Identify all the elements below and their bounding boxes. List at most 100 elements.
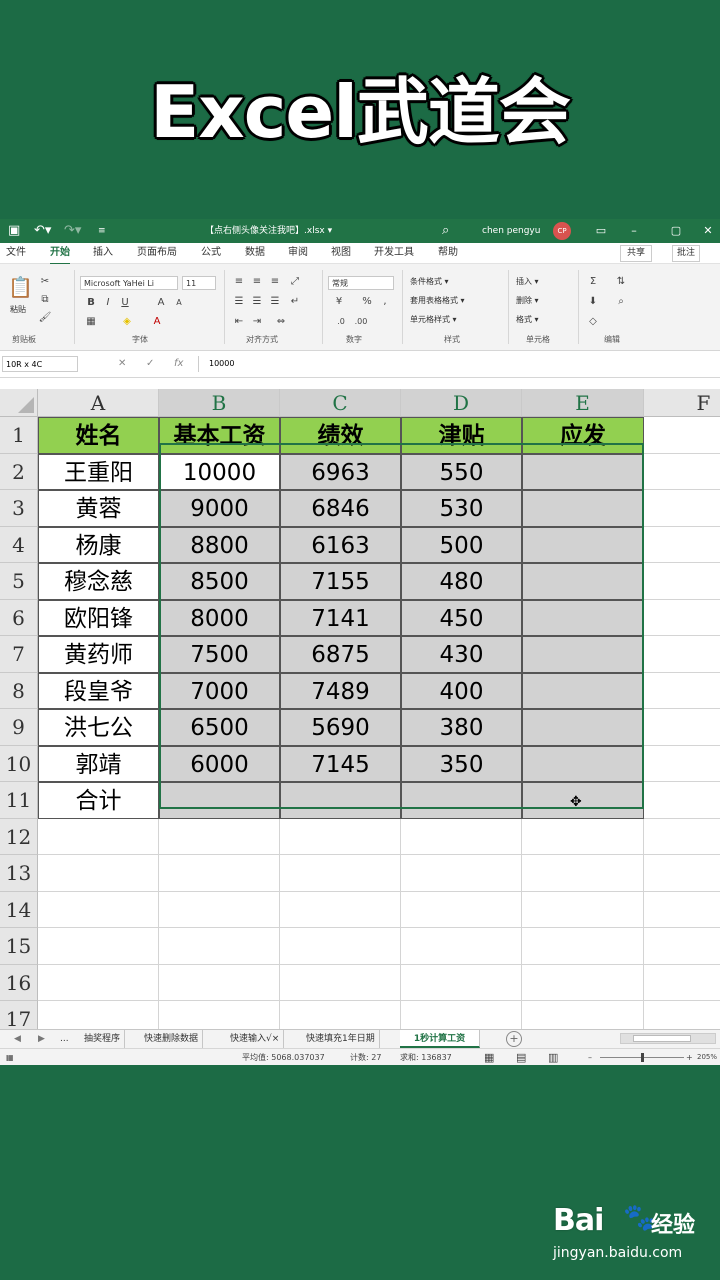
zoom-slider-thumb[interactable]: [641, 1053, 644, 1062]
empty-cell[interactable]: [522, 964, 644, 1001]
row-header[interactable]: 8: [0, 672, 38, 709]
row-header[interactable]: 15: [0, 928, 38, 965]
table-cell[interactable]: [280, 782, 401, 819]
bold-icon[interactable]: B: [84, 297, 98, 309]
table-cell[interactable]: 杨康: [38, 526, 159, 563]
table-cell[interactable]: 10000: [159, 453, 280, 490]
row-header[interactable]: 1: [0, 417, 38, 454]
row-header[interactable]: 9: [0, 709, 38, 746]
tab-data[interactable]: 数据: [245, 243, 265, 263]
next-sheet-icon[interactable]: ▶: [38, 1030, 45, 1048]
formula-input[interactable]: 10000: [198, 356, 718, 372]
table-cell[interactable]: 黄蓉: [38, 490, 159, 527]
table-cell[interactable]: [522, 526, 644, 563]
table-cell[interactable]: 8800: [159, 526, 280, 563]
align-top-icon[interactable]: ≡: [232, 276, 246, 288]
table-cell[interactable]: [522, 782, 644, 819]
empty-cell[interactable]: [644, 782, 720, 819]
empty-cell[interactable]: [401, 855, 522, 892]
table-cell[interactable]: [522, 709, 644, 746]
column-header-a[interactable]: A: [38, 389, 159, 417]
table-cell[interactable]: 王重阳: [38, 453, 159, 490]
align-bottom-icon[interactable]: ≡: [268, 276, 282, 288]
row-header[interactable]: 14: [0, 891, 38, 928]
empty-cell[interactable]: [280, 1001, 401, 1029]
cut-icon[interactable]: ✂: [38, 276, 52, 288]
delete-cells-button[interactable]: 删除 ▾: [516, 295, 539, 307]
share-button[interactable]: 共享: [620, 245, 653, 262]
table-cell[interactable]: [522, 563, 644, 600]
empty-cell[interactable]: [159, 1001, 280, 1029]
align-middle-icon[interactable]: ≡: [250, 276, 264, 288]
empty-cell[interactable]: [644, 928, 720, 965]
tab-help[interactable]: 帮助: [438, 243, 458, 263]
tab-formulas[interactable]: 公式: [201, 243, 221, 263]
avatar[interactable]: CP: [553, 222, 571, 240]
orientation-icon[interactable]: ⤢: [288, 276, 302, 288]
table-cell[interactable]: 380: [401, 709, 522, 746]
table-cell[interactable]: 8000: [159, 599, 280, 636]
empty-cell[interactable]: [644, 490, 720, 527]
row-header[interactable]: 6: [0, 599, 38, 636]
table-cell[interactable]: 400: [401, 672, 522, 709]
header-cell[interactable]: 津贴: [401, 417, 522, 454]
empty-cell[interactable]: [644, 527, 720, 563]
percent-icon[interactable]: %: [360, 296, 374, 308]
sort-filter-icon[interactable]: ⇅: [614, 276, 628, 288]
sheet-tab[interactable]: 快速删除数据: [140, 1030, 204, 1048]
empty-cell[interactable]: [38, 928, 159, 965]
table-cell[interactable]: 430: [401, 636, 522, 673]
fill-icon[interactable]: ⬇: [586, 296, 600, 308]
table-cell[interactable]: [159, 782, 280, 819]
table-cell[interactable]: 郭靖: [38, 745, 159, 782]
row-header[interactable]: 4: [0, 526, 38, 563]
empty-cell[interactable]: [522, 855, 644, 892]
row-header[interactable]: 16: [0, 964, 38, 1001]
empty-cell[interactable]: [159, 818, 280, 855]
empty-cell[interactable]: [280, 855, 401, 892]
minimize-icon[interactable]: –: [624, 219, 644, 243]
table-cell[interactable]: [522, 745, 644, 782]
table-cell[interactable]: 8500: [159, 563, 280, 600]
table-cell[interactable]: [401, 782, 522, 819]
empty-cell[interactable]: [644, 709, 720, 746]
empty-cell[interactable]: [401, 818, 522, 855]
tab-developer[interactable]: 开发工具: [374, 243, 414, 263]
undo-icon[interactable]: ↶▾: [34, 219, 51, 243]
table-cell[interactable]: 5690: [280, 709, 401, 746]
header-cell[interactable]: 姓名: [38, 417, 159, 454]
empty-cell[interactable]: [38, 891, 159, 928]
normal-view-icon[interactable]: ▦: [484, 1049, 494, 1065]
column-header-f[interactable]: F: [644, 389, 720, 417]
add-sheet-button[interactable]: +: [506, 1031, 522, 1047]
user-name[interactable]: chen pengyu: [482, 219, 540, 243]
format-as-table-button[interactable]: 套用表格格式 ▾: [410, 295, 465, 307]
table-cell[interactable]: [522, 490, 644, 527]
number-format-select[interactable]: 常规: [328, 276, 394, 290]
tab-review[interactable]: 审阅: [288, 243, 308, 263]
empty-cell[interactable]: [644, 636, 720, 673]
close-icon[interactable]: ✕: [698, 219, 718, 243]
prev-sheet-icon[interactable]: ◀: [14, 1030, 21, 1048]
search-icon[interactable]: ⌕: [442, 219, 449, 243]
table-cell[interactable]: 6875: [280, 636, 401, 673]
empty-cell[interactable]: [644, 965, 720, 1001]
table-cell[interactable]: 6163: [280, 526, 401, 563]
header-cell[interactable]: 基本工资: [159, 417, 280, 454]
copy-icon[interactable]: ⧉: [38, 294, 52, 306]
decrease-decimal-icon[interactable]: .00: [354, 316, 368, 328]
empty-cell[interactable]: [401, 891, 522, 928]
currency-icon[interactable]: ¥: [332, 296, 346, 308]
empty-cell[interactable]: [644, 819, 720, 855]
table-cell[interactable]: 350: [401, 745, 522, 782]
table-cell[interactable]: 7145: [280, 745, 401, 782]
empty-cell[interactable]: [401, 1001, 522, 1029]
table-cell[interactable]: 7489: [280, 672, 401, 709]
cell-styles-button[interactable]: 单元格样式 ▾: [410, 314, 457, 326]
table-cell[interactable]: 530: [401, 490, 522, 527]
increase-font-icon[interactable]: A: [154, 297, 168, 309]
table-cell[interactable]: 7155: [280, 563, 401, 600]
zoom-out-icon[interactable]: –: [588, 1049, 592, 1065]
empty-cell[interactable]: [280, 928, 401, 965]
comment-button[interactable]: 批注: [672, 245, 701, 262]
